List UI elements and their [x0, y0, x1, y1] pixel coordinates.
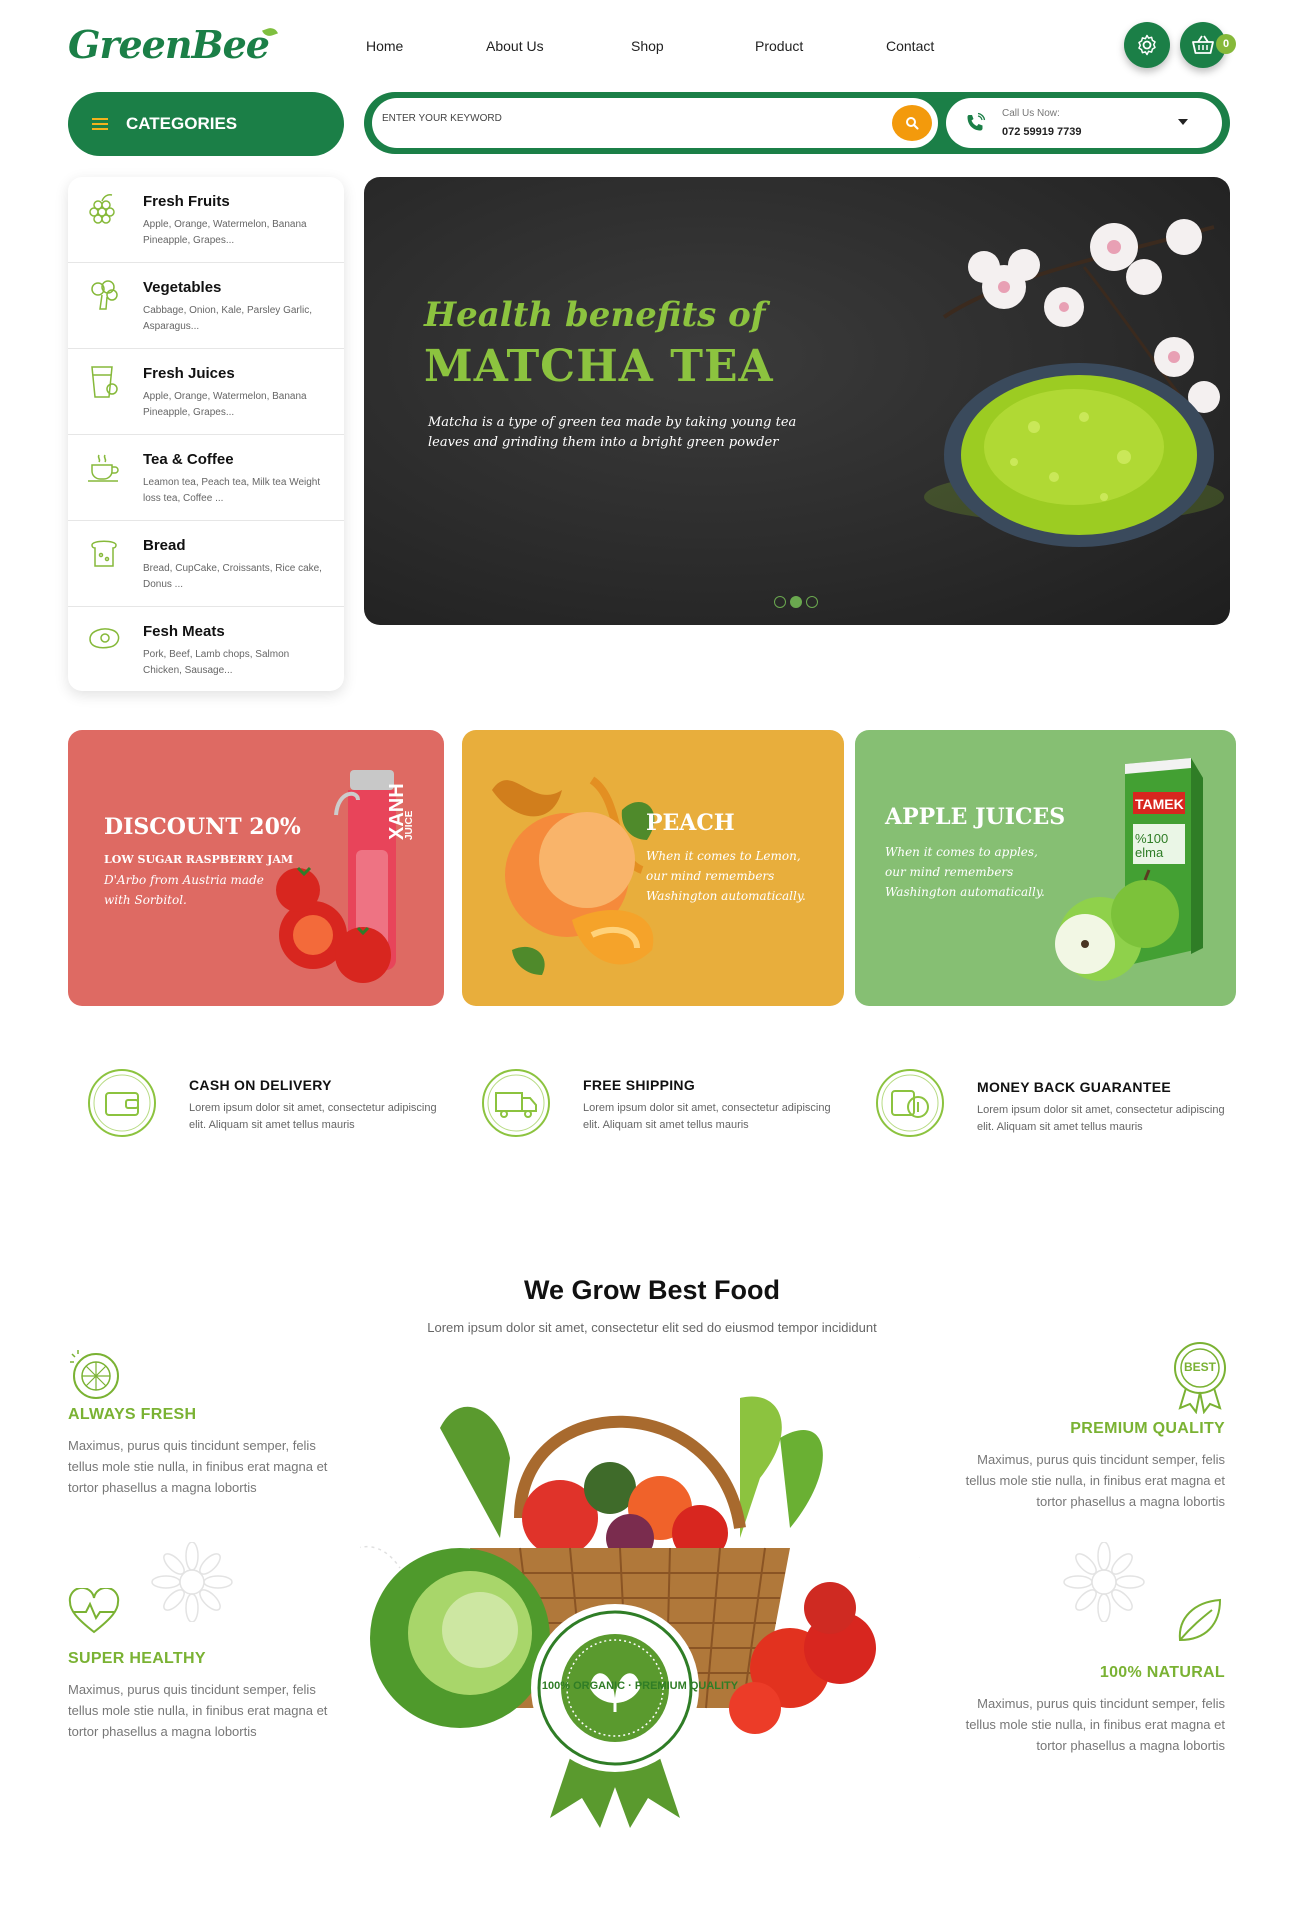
money-coins-icon	[876, 1069, 944, 1137]
bread-icon	[91, 540, 117, 567]
broccoli-icon	[91, 280, 118, 310]
category-item-fresh-juices[interactable]: Fresh Juices Apple, Orange, Watermelon, …	[68, 349, 344, 435]
feature-free-shipping	[480, 1067, 552, 1144]
grow-feature-title: 100% NATURAL	[1099, 1664, 1225, 1681]
feature-money-back	[874, 1067, 946, 1144]
decorative-flower-icon	[151, 1542, 233, 1622]
hero-slider: Health benefits of MATCHA TEA Matcha is …	[364, 177, 1230, 625]
fresh-orange-icon	[70, 1350, 119, 1399]
juice-pack-brand: TAMEK	[1135, 796, 1184, 812]
search-input[interactable]	[380, 112, 864, 125]
category-desc: Apple, Orange, Watermelon, Banana Pineap…	[143, 391, 307, 418]
banner-title: PEACH	[646, 810, 735, 836]
category-name: Bread	[143, 537, 186, 554]
search-icon	[906, 117, 919, 130]
feature-desc: Lorem ipsum dolor sit amet, consectetur …	[189, 1102, 437, 1131]
truck-icon	[482, 1069, 550, 1137]
slider-dot-3[interactable]	[806, 596, 818, 608]
grow-feature-title: SUPER HEALTHY	[68, 1650, 206, 1667]
category-name: Tea & Coffee	[143, 451, 234, 468]
feature-title: CASH ON DELIVERY	[189, 1077, 332, 1093]
wallet-icon	[88, 1069, 156, 1137]
phone-number: 072 59919 7739	[1002, 126, 1082, 138]
hero-title-line2: MATCHA TEA	[424, 341, 774, 392]
peach-image	[492, 776, 655, 975]
category-list: Fresh Fruits Apple, Orange, Watermelon, …	[68, 177, 344, 691]
phone-icon	[967, 112, 986, 131]
hero-description: Matcha is a type of green tea made by ta…	[428, 415, 797, 450]
grow-feature-desc: Maximus, purus quis tincidunt semper, fe…	[965, 1696, 1225, 1753]
promo-banner-discount[interactable]: DISCOUNT 20% LOW SUGAR RASPBERRY JAM D'A…	[68, 730, 444, 1006]
juice-pack-text: %100 elma	[1135, 831, 1169, 860]
category-item-tea-coffee[interactable]: Tea & Coffee Leamon tea, Peach tea, Milk…	[68, 435, 344, 521]
grow-feature-desc: Maximus, purus quis tincidunt semper, fe…	[965, 1452, 1225, 1509]
apple-juice-carton-image	[1055, 758, 1203, 981]
nav-about-us[interactable]: About Us	[486, 38, 544, 54]
menu-icon	[92, 115, 108, 133]
grow-feature-desc: Maximus, purus quis tincidunt semper, fe…	[68, 1438, 328, 1495]
feature-desc: Lorem ipsum dolor sit amet, consectetur …	[583, 1102, 831, 1131]
juice-glass-icon	[91, 366, 118, 398]
slider-dot-2[interactable]	[790, 596, 802, 608]
category-desc: Bread, CupCake, Croissants, Rice cake, D…	[143, 563, 322, 590]
grow-feature-desc: Maximus, purus quis tincidunt semper, fe…	[68, 1682, 328, 1739]
category-item-vegetables[interactable]: Vegetables Cabbage, Onion, Kale, Parsley…	[68, 263, 344, 349]
category-item-fresh-fruits[interactable]: Fresh Fruits Apple, Orange, Watermelon, …	[68, 177, 344, 263]
bottle-sub-label: JUICE	[404, 810, 415, 840]
category-name: Vegetables	[143, 279, 222, 296]
banner-text: When it comes to Lemon, our mind remembe…	[646, 849, 806, 903]
promo-banner-peach[interactable]: PEACH When it comes to Lemon, our mind r…	[462, 730, 844, 1006]
category-desc: Cabbage, Onion, Kale, Parsley Garlic, As…	[143, 305, 312, 332]
brand-name: GreenBee	[68, 22, 270, 67]
nav-shop[interactable]: Shop	[631, 38, 664, 54]
grapes-icon	[89, 194, 115, 224]
slider-pagination	[774, 596, 818, 608]
promo-banner-apple-juices[interactable]: APPLE JUICES When it comes to apples, ou…	[855, 730, 1236, 1006]
chevron-down-icon	[1178, 119, 1188, 125]
best-badge-icon	[1174, 1342, 1226, 1414]
feature-cash-on-delivery	[86, 1067, 158, 1144]
basket-icon	[1192, 35, 1214, 54]
brand-logo[interactable]: GreenBee	[68, 22, 283, 67]
settings-button[interactable]	[1124, 22, 1170, 68]
section-subtitle: Lorem ipsum dolor sit amet, consectetur …	[427, 1320, 877, 1335]
feature-title: FREE SHIPPING	[583, 1077, 696, 1093]
category-desc: Pork, Beef, Lamb chops, Salmon Chicken, …	[143, 649, 290, 676]
meat-steak-icon	[89, 628, 120, 649]
nav-product[interactable]: Product	[755, 38, 803, 54]
nav-home[interactable]: Home	[366, 38, 403, 54]
matcha-bowl-image	[924, 219, 1224, 547]
cart-count-badge: 0	[1216, 34, 1236, 54]
vegetable-basket-image	[360, 1396, 920, 1828]
grow-feature-title: PREMIUM QUALITY	[1070, 1420, 1225, 1437]
category-name: Fresh Fruits	[143, 193, 230, 210]
phone-contact-dropdown[interactable]: Call Us Now: 072 59919 7739	[946, 98, 1222, 148]
leaf-natural-icon	[1178, 1598, 1222, 1642]
heart-pulse-icon	[68, 1588, 120, 1634]
gear-icon	[1138, 34, 1156, 56]
category-item-bread[interactable]: Bread Bread, CupCake, Croissants, Rice c…	[68, 521, 344, 607]
category-desc: Apple, Orange, Watermelon, Banana Pineap…	[143, 219, 307, 246]
best-badge-text: BEST	[1183, 1360, 1216, 1374]
categories-button[interactable]: CATEGORIES	[68, 92, 344, 156]
category-item-fresh-meats[interactable]: Fesh Meats Pork, Beef, Lamb chops, Salmo…	[68, 607, 344, 691]
decorative-flower-icon	[1063, 1542, 1145, 1622]
categories-label: CATEGORIES	[126, 114, 238, 133]
search-field[interactable]	[372, 98, 938, 148]
slider-dot-1[interactable]	[774, 596, 786, 608]
feature-title: MONEY BACK GUARANTEE	[977, 1079, 1171, 1095]
category-name: Fesh Meats	[143, 623, 225, 640]
grow-feature-title: ALWAYS FRESH	[68, 1406, 197, 1423]
organic-badge	[531, 1604, 699, 1828]
category-desc: Leamon tea, Peach tea, Milk tea Weight l…	[143, 477, 321, 504]
search-button[interactable]	[892, 105, 932, 141]
hero-title-line1: Health benefits of	[424, 295, 766, 335]
feature-desc: Lorem ipsum dolor sit amet, consectetur …	[977, 1104, 1225, 1133]
section-title: We Grow Best Food	[523, 1275, 780, 1305]
category-name: Fresh Juices	[143, 365, 235, 382]
organic-badge-text: 100% ORGANIC · PREMIUM QUALITY	[541, 1680, 739, 1692]
nav-contact[interactable]: Contact	[886, 38, 934, 54]
call-us-label: Call Us Now:	[1002, 108, 1060, 119]
coffee-cup-icon	[88, 454, 119, 482]
